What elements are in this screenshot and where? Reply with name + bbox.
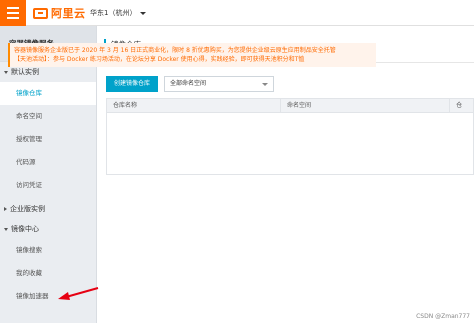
- column-header-namespace[interactable]: 命名空间: [280, 99, 449, 112]
- logo-text: 阿里云: [51, 7, 86, 20]
- column-header-repo-name[interactable]: 仓库名称: [107, 99, 280, 112]
- sidebar-group-label: 企业版实例: [10, 205, 45, 213]
- watermark: CSDN @Zman777: [416, 313, 470, 320]
- chevron-down-icon: [140, 11, 147, 15]
- aliyun-logo-icon: [33, 7, 48, 19]
- sidebar-group-image-center[interactable]: 镜像中心: [0, 219, 96, 239]
- notice-banner: 容器镜像服务企业版已于 2020 年 3 月 16 日正式商业化，限时 8 折优…: [8, 43, 376, 67]
- sidebar-item-my-favorites[interactable]: 我的收藏: [0, 262, 96, 285]
- sidebar-item-authorization[interactable]: 授权管理: [0, 128, 96, 151]
- table-body: [106, 113, 474, 175]
- sidebar-item-repositories[interactable]: 镜像仓库: [0, 82, 96, 105]
- main-content: 镜像仓库: [98, 27, 474, 323]
- create-repository-button[interactable]: 创建镜像仓库: [106, 76, 159, 92]
- caret-down-icon: [4, 227, 8, 231]
- region-selector[interactable]: 华东1（杭州）: [90, 8, 147, 18]
- aliyun-logo[interactable]: 阿里云: [33, 6, 86, 20]
- top-bar: 阿里云 华东1（杭州）: [0, 0, 474, 26]
- sidebar-group-enterprise-instance[interactable]: 企业版实例: [0, 199, 96, 219]
- sidebar-item-access-credential[interactable]: 访问凭证: [0, 174, 96, 197]
- caret-right-icon: [4, 207, 7, 211]
- repository-table: 仓库名称 命名空间 仓: [106, 98, 474, 175]
- column-header-truncated[interactable]: 仓: [449, 99, 473, 112]
- chevron-down-icon: [262, 83, 269, 86]
- sidebar-item-namespaces[interactable]: 命名空间: [0, 105, 96, 128]
- toolbar: 创建镜像仓库 全部命名空间: [106, 76, 275, 92]
- table-header: 仓库名称 命名空间 仓: [106, 98, 474, 113]
- caret-down-icon: [4, 70, 8, 74]
- notice-line-1: 容器镜像服务企业版已于 2020 年 3 月 16 日正式商业化，限时 8 折优…: [14, 47, 336, 54]
- namespace-select[interactable]: 全部命名空间: [164, 76, 275, 92]
- sidebar-item-image-search[interactable]: 镜像搜索: [0, 239, 96, 262]
- sidebar-item-image-accelerator[interactable]: 镜像加速器: [0, 285, 96, 308]
- hamburger-menu-icon[interactable]: [0, 0, 26, 26]
- notice-line-2[interactable]: 【天池活动】：参与 Docker 练习场活动，在论坛分享 Docker 使用心得…: [14, 55, 372, 64]
- region-label: 华东1（杭州）: [90, 9, 137, 17]
- sidebar-item-code-source[interactable]: 代码源: [0, 151, 96, 174]
- sidebar: 容器镜像服务 默认实例 镜像仓库 命名空间 授权管理 代码源 访问凭证 企业版实…: [0, 26, 97, 323]
- namespace-select-value: 全部命名空间: [170, 80, 207, 87]
- sidebar-group-label: 镜像中心: [11, 225, 39, 233]
